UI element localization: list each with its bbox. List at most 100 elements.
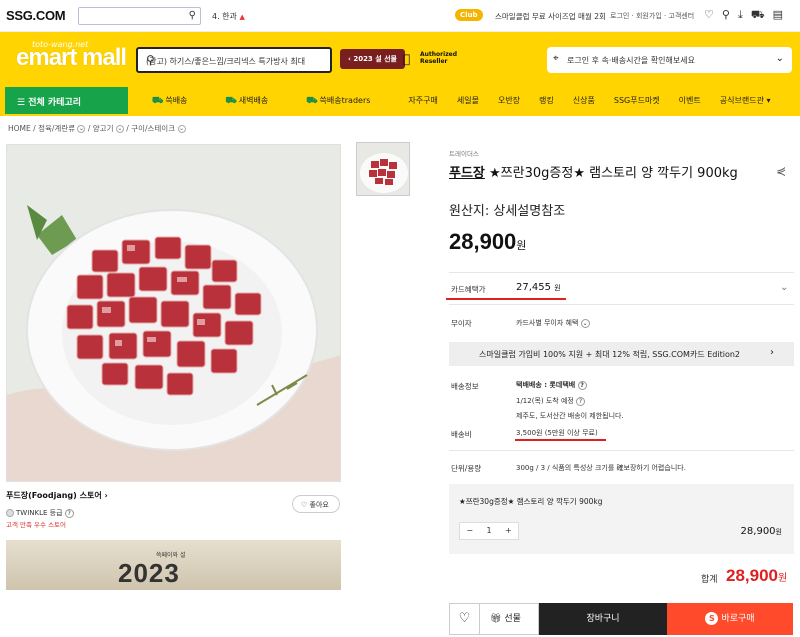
add-to-cart-button[interactable]: 장바구니 (539, 603, 667, 635)
authorized-reseller-badge: Authorized Reseller (420, 51, 458, 65)
promo-banner[interactable]: 쓱페이와 설 2023 (6, 540, 341, 590)
gift-button[interactable]: 🎁︎ 선물 (480, 603, 539, 635)
origin-text: 원산지: 상세설명참조 (449, 204, 566, 219)
top-links[interactable]: 로그인 · 회원가입 · 고객센터 (610, 11, 694, 21)
thumbnail-image (357, 143, 409, 195)
nav-item-dawn-delivery[interactable]: ⛟ 새벽배송 (225, 95, 287, 107)
buy-now-button[interactable]: S 바로구매 (667, 603, 793, 635)
selected-option-box: ★쯔란30g증정★ 램스토리 양 깍두기 900kg − 1 + 28,900원 (449, 484, 794, 554)
store-name[interactable]: 푸드장(Foodjang) 스토어 › (6, 490, 108, 501)
delivery-location-bar[interactable]: ⌖ 로그인 후 속·배송시간을 확인해보세요 ⌄ (547, 47, 792, 73)
seller-label[interactable]: 트레이더스 (449, 148, 479, 158)
store-grade: TWINKLE 등급 ? (6, 508, 74, 518)
trend-keyword[interactable]: 4. 한과 ▲ (212, 11, 245, 22)
excellent-store-label: 고객 만족 우수 스토어 (6, 521, 67, 529)
club-badge[interactable]: Club (455, 9, 483, 21)
card-benefit-label: 카드혜택가 (451, 285, 486, 294)
main-search-input[interactable]: (광고) 하기스/좋은느낌/크리넥스 특가방사 최대 ⚲ (136, 47, 332, 73)
download-icon[interactable]: ⤓ (738, 8, 743, 23)
minus-button[interactable]: − (460, 523, 479, 539)
info-icon: ? (576, 396, 586, 406)
quantity-stepper: − 1 + (459, 522, 519, 540)
unit-label: 단위/용량 (451, 464, 482, 473)
nav-item-frequent[interactable]: 자주구매 (408, 95, 437, 107)
ssg-pay-icon: S (705, 612, 719, 625)
unit-value: 300g / 3 / 식품의 특성상 크기를 確보장하기 어렵습니다. (516, 464, 686, 472)
club-promo-text[interactable]: 스마일클럽 무료 사이즈업 매월 2회 (495, 11, 606, 22)
ssg-logo[interactable]: SSG.COM (6, 8, 66, 23)
nav-item-food-market[interactable]: SSG푸드마켓 (614, 95, 660, 107)
shipping-fee-label: 배송비 (451, 430, 472, 439)
heart-icon[interactable]: ♡ (704, 8, 714, 23)
nav-item-ssg-delivery[interactable]: ⛟ 쓱배송 (152, 95, 206, 107)
breadcrumb: HOME / 정육/계란류 ⌄ / 양고기 ⌄ / 구이/스테이크 ⌄ (8, 124, 186, 133)
product-thumbnail[interactable] (356, 142, 410, 196)
option-price: 28,900원 (740, 526, 782, 537)
info-icon: ? (577, 380, 587, 390)
chevron-down-icon[interactable]: ⌄ (776, 53, 784, 64)
breadcrumb-home[interactable]: HOME (8, 124, 31, 133)
apple-icon:  (403, 52, 410, 66)
divider (449, 272, 794, 273)
location-pin-icon: ⌖ (553, 53, 559, 64)
installment-label: 무이자 (451, 319, 472, 328)
shipping-note: 제주도, 도서산간 배송이 제한됩니다. (516, 412, 624, 420)
nav-item-new[interactable]: 신상품 (573, 95, 595, 107)
product-title: 푸드장 ★쯔란30g증정★ 램스토리 양 깍두기 900kg (449, 166, 738, 181)
breadcrumb-lamb[interactable]: 양고기 (93, 124, 114, 133)
nav-item-obanjang[interactable]: 오반장 (498, 95, 520, 107)
category-nav: ☰ 전체 카테고리 ⛟ 쓱배송 ⛟ 새벽배송 ⛟ 쓱배송traders 자주구매 세일… (0, 86, 800, 116)
highlight-underline (446, 298, 566, 300)
product-main-image[interactable] (6, 144, 341, 482)
menu-icon[interactable]: ▤ (773, 8, 783, 23)
top-bar: SSG.COM ⚲ 4. 한과 ▲ Club 스마일클럽 무료 사이즈업 매월 … (0, 0, 800, 32)
brand-link[interactable]: 푸드장 (449, 166, 485, 181)
nav-items: ⛟ 쓱배송 ⛟ 새벽배송 ⛟ 쓱배송traders 자주구매 세일몰 오반장 랭킹 신… (152, 95, 789, 107)
header: emart mall toto-wang.net (광고) 하기스/좋은느낌/크… (0, 32, 800, 86)
breadcrumb-meat[interactable]: 정육/계란류 (38, 124, 75, 133)
card-benefit-price: 27,455 원 (516, 282, 561, 293)
option-name: ★쯔란30g증정★ 램스토리 양 깍두기 900kg (459, 497, 603, 506)
total-label: 합계 (701, 575, 718, 585)
installment-value[interactable]: 카드사별 무이자 혜택 ⌄ (516, 318, 590, 328)
shipping-arrival: 1/12(목) 도착 예정 ? (516, 396, 586, 406)
nav-item-ranking[interactable]: 랭킹 (539, 95, 554, 107)
product-price: 28,900원 (449, 229, 527, 254)
total-price: 28,900원 (726, 566, 788, 585)
plus-button[interactable]: + (499, 523, 518, 539)
info-icon: ? (64, 508, 74, 518)
truck-icon: ⛟ (225, 96, 237, 106)
watermark: toto-wang.net (32, 40, 89, 49)
search-icon[interactable]: ⚲ (146, 53, 306, 67)
share-icon[interactable]: ⋞ (776, 164, 786, 178)
cart-icon[interactable]: ⛟ (751, 8, 765, 23)
chevron-down-icon: ⌄ (580, 318, 590, 328)
heart-icon: ♡ (458, 611, 471, 626)
breadcrumb-grill[interactable]: 구이/스테이크 (131, 124, 175, 133)
divider (449, 304, 794, 305)
shipping-fee-value: 3,500원 (5만원 이상 무료) (516, 429, 598, 437)
wishlist-button[interactable]: ♡ (449, 603, 480, 635)
lamb-cubes-image (7, 145, 340, 481)
store-like-button[interactable]: ♡ 좋아요 (292, 495, 340, 513)
highlight-underline (515, 439, 606, 441)
search-icon[interactable]: ⚲ (189, 10, 196, 21)
truck-icon: ⛟ (306, 96, 318, 106)
quantity-value[interactable]: 1 (479, 523, 498, 539)
nav-item-event[interactable]: 이벤트 (679, 95, 701, 107)
new-year-gift-button[interactable]: ‹ 2023 설 선물 (340, 49, 405, 69)
smile-club-promo-bar[interactable]: 스마일클럽 가입비 100% 지원 + 최대 12% 적립, SSG.COM카드… (449, 342, 794, 366)
all-categories-button[interactable]: ☰ 전체 카테고리 (5, 87, 128, 114)
chevron-down-icon[interactable]: ⌄ (780, 282, 788, 293)
shipping-method: 택배배송 : 롯데택배 ? (516, 380, 587, 390)
truck-icon: ⛟ (152, 96, 164, 106)
user-icon[interactable]: ⚲ (722, 8, 730, 23)
banner-year: 2023 (118, 558, 180, 588)
nav-item-sale[interactable]: 세일몰 (457, 95, 479, 107)
nav-item-brands[interactable]: 공식브랜드관 ▾ (720, 95, 771, 107)
shipping-label: 배송정보 (451, 382, 479, 391)
nav-item-traders[interactable]: ⛟ 쓱배송traders (306, 95, 389, 107)
top-search-input[interactable]: ⚲ (78, 7, 201, 25)
divider (449, 450, 794, 451)
chevron-right-icon: › (770, 347, 774, 358)
